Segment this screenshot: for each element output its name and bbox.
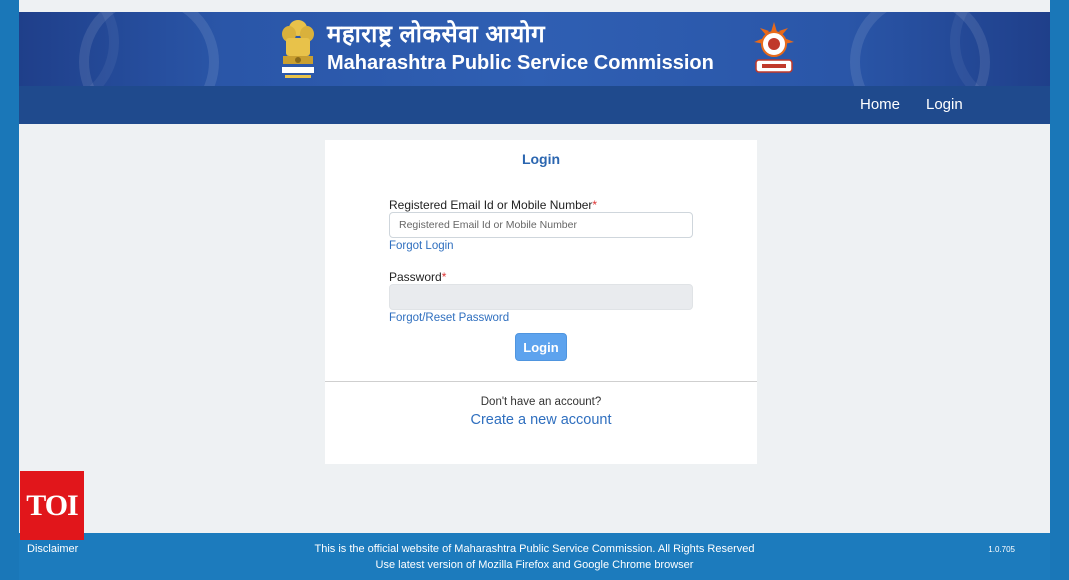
- header-banner: महाराष्ट्र लोकसेवा आयोग Maharashtra Publ…: [19, 12, 1050, 86]
- card-divider: [325, 381, 757, 382]
- login-button[interactable]: Login: [515, 333, 567, 361]
- email-input[interactable]: [389, 212, 693, 238]
- footer-copyright: This is the official website of Maharash…: [314, 543, 755, 555]
- email-label: Registered Email Id or Mobile Number*: [389, 198, 597, 212]
- header-title: महाराष्ट्र लोकसेवा आयोग Maharashtra Publ…: [327, 20, 714, 76]
- title-english: Maharashtra Public Service Commission: [327, 52, 714, 74]
- forgot-password-link[interactable]: Forgot/Reset Password: [389, 312, 509, 324]
- nav-login-link[interactable]: Login: [926, 96, 963, 113]
- mpsc-seal-icon: [754, 22, 794, 73]
- title-hindi: महाराष्ट्र लोकसेवा आयोग: [327, 21, 546, 48]
- required-marker: *: [592, 198, 598, 212]
- version-number: 1.0.705: [988, 545, 1015, 554]
- password-label-text: Password: [389, 270, 442, 284]
- login-title: Login: [521, 151, 561, 167]
- footer-browser-note: Use latest version of Mozilla Firefox an…: [375, 559, 694, 571]
- footer: Disclaimer This is the official website …: [19, 533, 1050, 580]
- forgot-login-link[interactable]: Forgot Login: [389, 240, 454, 252]
- login-card: Login Registered Email Id or Mobile Numb…: [325, 140, 757, 464]
- nav-home-link[interactable]: Home: [860, 96, 900, 113]
- banner-decoration: [950, 12, 1050, 86]
- national-emblem-icon: [282, 20, 314, 78]
- required-marker: *: [441, 270, 447, 284]
- password-input[interactable]: [389, 284, 693, 310]
- password-label: Password*: [389, 270, 446, 284]
- toi-logo: TOI: [20, 471, 84, 540]
- no-account-text: Don't have an account?: [480, 396, 602, 408]
- banner-decoration: [79, 12, 219, 86]
- email-label-text: Registered Email Id or Mobile Number: [389, 198, 593, 212]
- navbar: Home Login: [19, 86, 1050, 124]
- create-account-link[interactable]: Create a new account: [325, 412, 757, 428]
